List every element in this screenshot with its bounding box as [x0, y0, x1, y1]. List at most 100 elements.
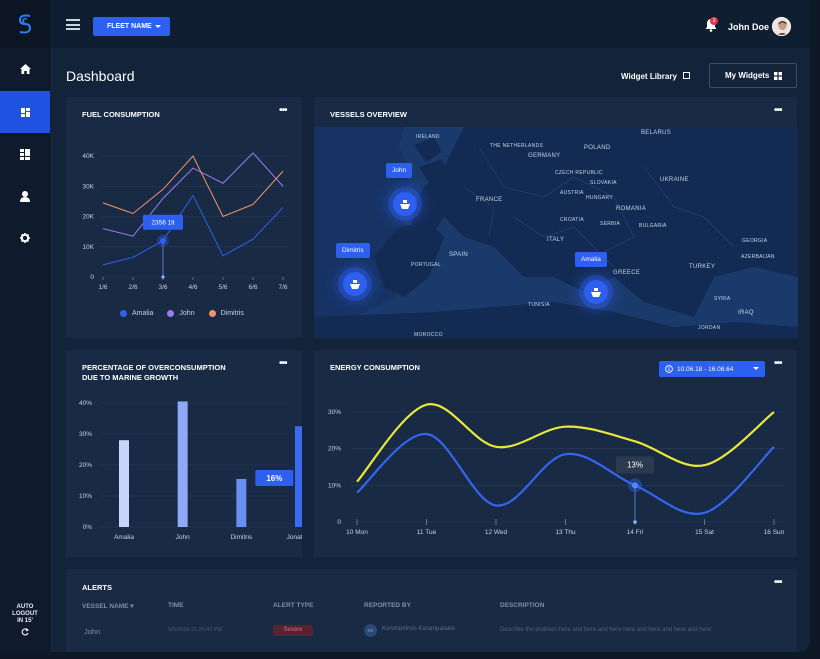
y-tick-label: 20% — [79, 462, 92, 469]
series-line-amalia — [102, 194, 284, 266]
alert-description: Describe the problem here and here and h… — [500, 627, 712, 633]
vessel-pin-john[interactable] — [393, 192, 417, 216]
sidebar-item-settings[interactable] — [0, 217, 50, 259]
sidebar-item-dashboard[interactable] — [0, 91, 50, 133]
y-tick-label: 10% — [328, 482, 341, 489]
legend-label: Amalia — [132, 310, 154, 317]
energy-tooltip-point — [632, 482, 638, 489]
user-name[interactable]: John Doe — [728, 22, 769, 32]
map-country-label: SERBIA — [600, 221, 621, 227]
tooltip-point — [160, 237, 166, 244]
map-country-label: IRELAND — [416, 134, 440, 140]
widget-library-link[interactable]: Widget Library — [621, 72, 677, 81]
x-tick-label: 11 Tue — [417, 529, 437, 536]
more-options-icon[interactable]: ••• — [774, 106, 786, 116]
map-country-label: ITALY — [547, 237, 565, 243]
map-country-label: AZERBAIJAN — [741, 254, 775, 260]
refresh-icon[interactable] — [21, 628, 29, 636]
map-country-label: HUNGARY — [586, 195, 614, 201]
app-window: AUTO LOGOUT IN 15' FLEET NAME 3 John Doe… — [0, 0, 810, 652]
energy-series-line-1 — [356, 403, 775, 483]
x-tick-label: John — [176, 534, 190, 541]
column-header-alert-type[interactable]: ALERT TYPE — [273, 602, 313, 609]
legend-item-dimitris: Dimitris — [208, 310, 244, 317]
column-header-description[interactable]: DESCRIPTION — [500, 602, 544, 609]
vessel-pin-label[interactable]: Amalia — [575, 252, 607, 267]
map-country-label: GREECE — [613, 270, 641, 276]
map-country-label: MOROCCO — [414, 332, 443, 338]
legend-label: John — [179, 310, 195, 317]
topbar: FLEET NAME 3 John Doe — [50, 0, 810, 48]
bar-tooltip-text: 16% — [266, 474, 282, 483]
overconsumption-chart: 0% 10% 20% 30% 40% Amalia John Dimitris Jonathan… — [79, 400, 302, 541]
avatar-image — [773, 18, 790, 35]
map-country-label: JORDAN — [698, 325, 721, 331]
logo-icon — [18, 14, 32, 34]
vessel-pin-amalia[interactable] — [584, 280, 608, 304]
x-tick-label: 7/6 — [278, 284, 287, 291]
y-tick-label: 0 — [337, 519, 341, 526]
sidebar-item-reports[interactable] — [0, 133, 50, 175]
y-tick-label: 10K — [82, 244, 94, 251]
x-tick-label: 15 Sat — [695, 529, 714, 536]
gear-icon — [20, 233, 30, 243]
x-tick-label: 14 Fri — [627, 529, 644, 536]
fleet-name-dropdown[interactable]: FLEET NAME — [93, 17, 170, 36]
widget-library-icon[interactable] — [683, 72, 690, 79]
alerts-card: ALERTS ••• VESSEL NAME ▾ TIME ALERT TYPE… — [66, 569, 797, 652]
y-tick-label: 0% — [83, 524, 93, 531]
x-tick-label: 10 Mon — [346, 529, 368, 536]
vessel-map[interactable]: IRELAND THE NETHERLANDS POLAND BELARUS G… — [314, 127, 798, 338]
menu-icon[interactable] — [66, 19, 80, 30]
map-country-label: BELARUS — [641, 130, 672, 136]
map-country-label: ROMANIA — [616, 206, 647, 212]
caret-down-icon — [155, 25, 161, 28]
map-country-label: GERMANY — [528, 153, 561, 159]
map-country-label: SPAIN — [449, 252, 469, 258]
alerts-card-title: ALERTS — [82, 583, 112, 592]
sort-icon: ▾ — [130, 603, 134, 610]
energy-consumption-card: ENERGY CONSUMPTION 10.06.18 - 16.08.64 •… — [314, 350, 797, 557]
y-tick-label: 0 — [90, 274, 94, 281]
page-title: Dashboard — [66, 68, 135, 84]
grid-icon — [774, 72, 782, 80]
x-tick-label: 12 Wed — [485, 529, 508, 536]
map-country-label: UKRAINE — [660, 177, 689, 183]
reports-icon — [20, 148, 30, 160]
alert-reporter: Konstantinos Karampatakis — [382, 626, 456, 632]
avatar[interactable] — [772, 17, 791, 36]
alert-time: 9/5/2018 21:23:43 PM — [168, 627, 223, 633]
logo[interactable] — [0, 0, 50, 48]
x-tick-label: 6/6 — [248, 284, 257, 291]
user-icon — [20, 190, 30, 202]
vessel-pin-label[interactable]: Dimitris — [336, 243, 370, 258]
alert-vessel[interactable]: John — [84, 627, 100, 636]
vessel-pin-label[interactable]: John — [386, 163, 413, 178]
column-header-time[interactable]: TIME — [168, 602, 184, 609]
auto-logout-label: AUTO LOGOUT IN 15' — [0, 604, 50, 639]
map-country-label: SLOVAKIA — [590, 180, 617, 186]
map-country-label: POLAND — [584, 145, 611, 151]
column-header-reported-by[interactable]: REPORTED BY — [364, 602, 411, 609]
tooltip-base-point — [161, 275, 165, 279]
map-country-label: TURKEY — [689, 264, 716, 270]
alert-type-badge: Severe — [273, 625, 313, 636]
more-options-icon[interactable]: ••• — [774, 578, 786, 588]
x-tick-label: 3/6 — [158, 284, 167, 291]
y-tick-label: 30% — [79, 431, 92, 438]
energy-chart: 0 10% 20% 30% 10 Mon 11 Tue 12 Wed 13 Thu 14 Fri… — [328, 403, 785, 536]
map-country-label: CROATIA — [560, 217, 584, 223]
vessel-pin-dimitris[interactable] — [343, 272, 367, 296]
bar-amalia — [119, 440, 129, 527]
sidebar-item-home[interactable] — [0, 48, 50, 90]
reporter-avatar: KK — [364, 624, 377, 637]
bar-dimitris — [236, 478, 247, 527]
y-tick-label: 20% — [328, 446, 341, 453]
legend-dot — [208, 310, 216, 317]
column-header-vessel[interactable]: VESSEL NAME ▾ — [82, 602, 134, 610]
map-country-label: PORTUGAL — [411, 262, 441, 268]
sidebar-item-users[interactable] — [0, 175, 50, 217]
y-tick-label: 30K — [82, 183, 94, 190]
x-tick-label: 5/6 — [218, 284, 227, 291]
my-widgets-button[interactable]: My Widgets — [709, 63, 797, 88]
